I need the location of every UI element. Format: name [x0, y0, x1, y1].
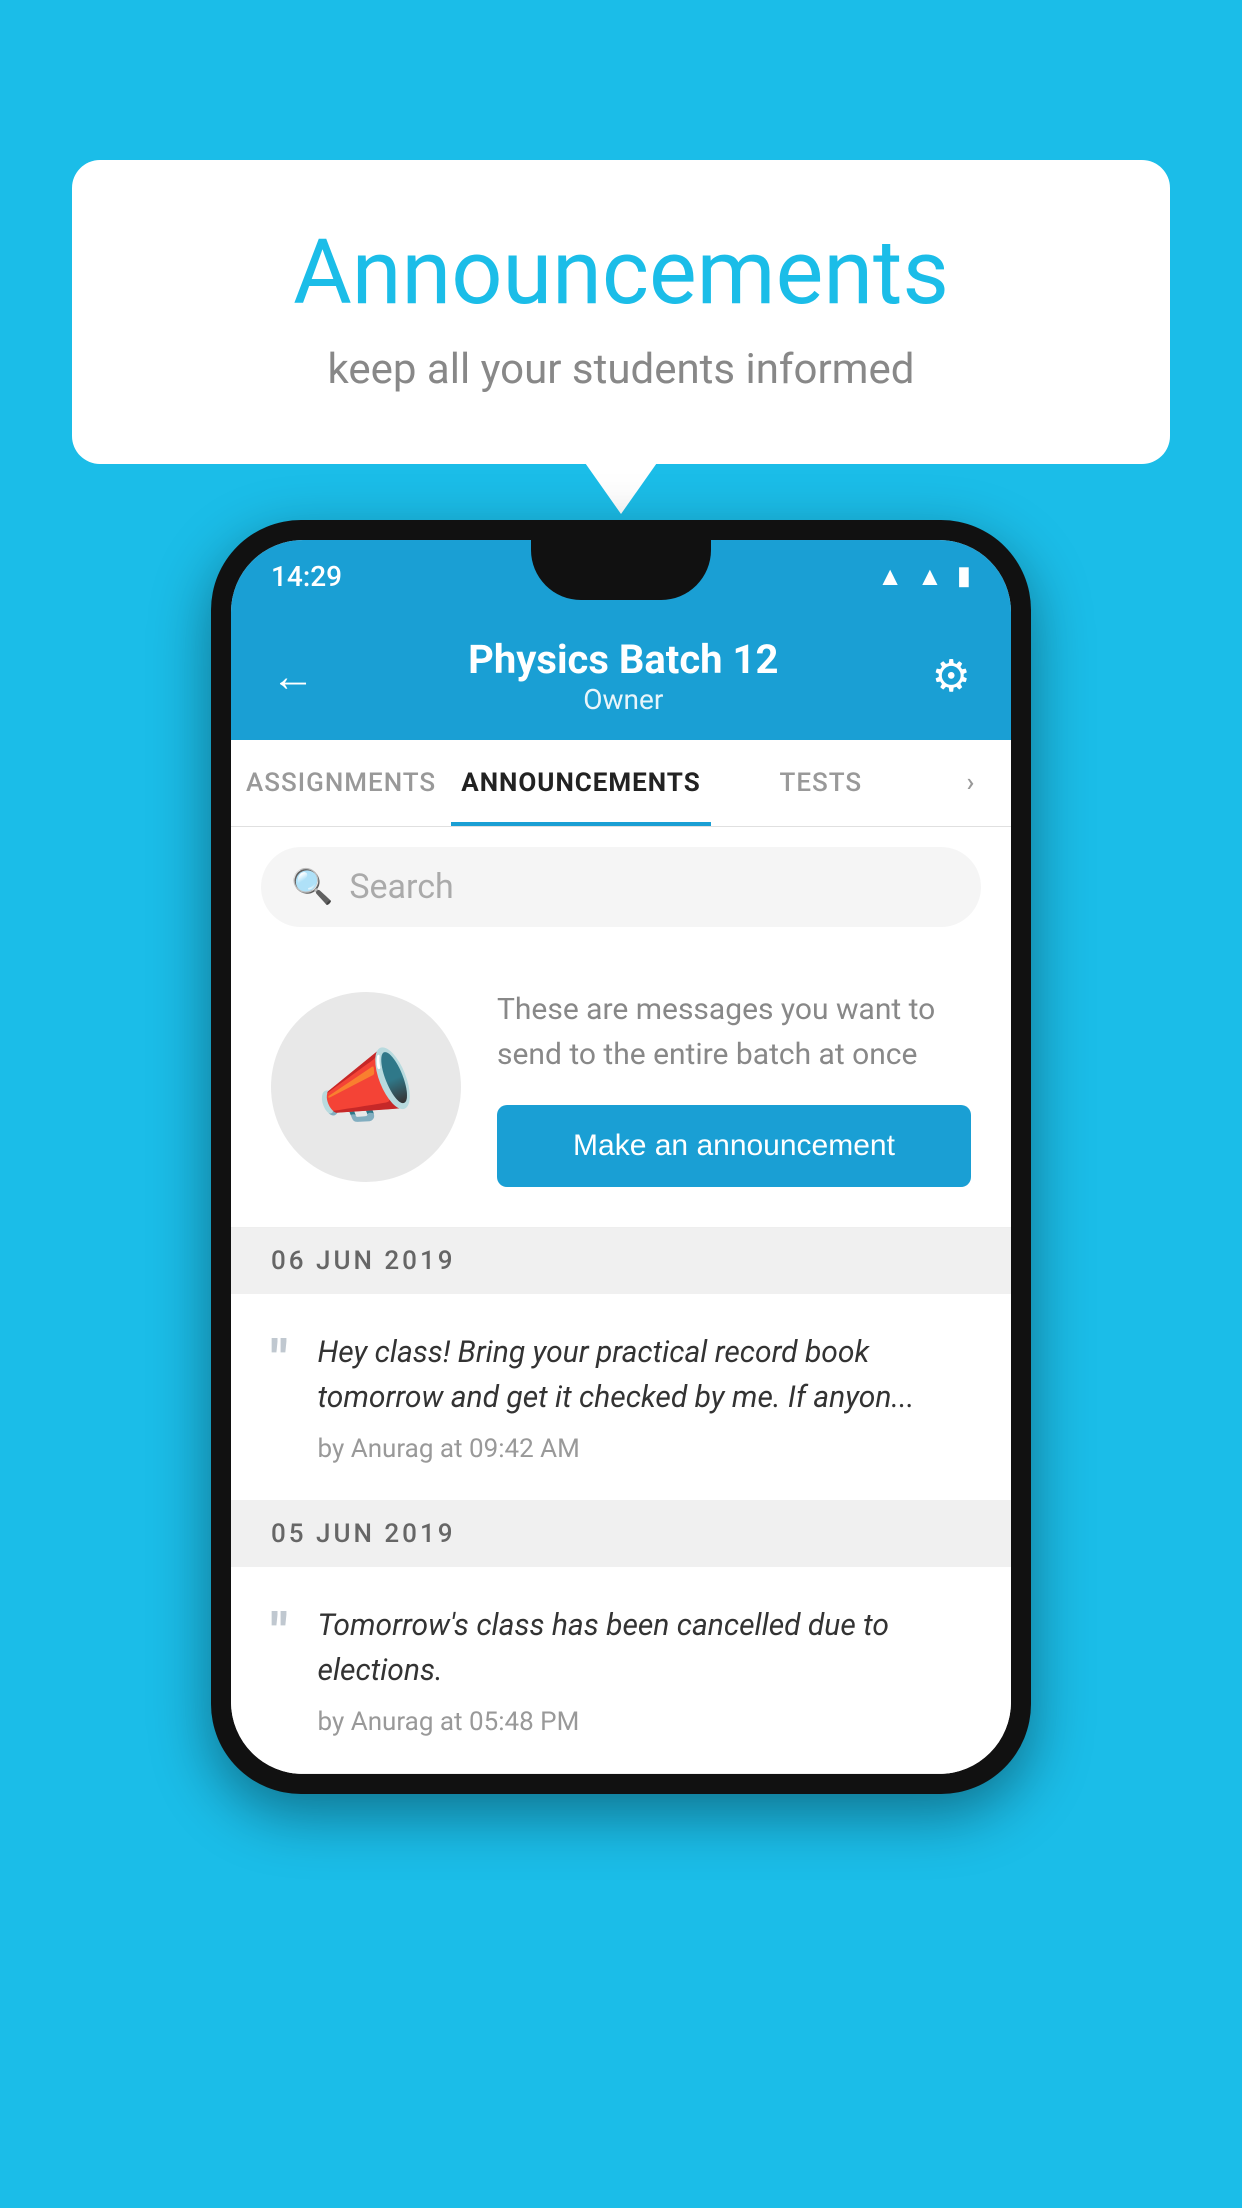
tab-tests[interactable]: TESTS [711, 740, 931, 826]
phone-screen: 14:29 ▲ ▲ ▮ ← Physics Batch 12 Owner ⚙ [231, 540, 1011, 1774]
phone-frame: 14:29 ▲ ▲ ▮ ← Physics Batch 12 Owner ⚙ [211, 520, 1031, 1794]
date-label-2: 05 JUN 2019 [271, 1519, 456, 1549]
date-separator-1: 06 JUN 2019 [231, 1228, 1011, 1294]
date-label-1: 06 JUN 2019 [271, 1246, 456, 1276]
header-subtitle: Owner [468, 683, 778, 716]
promo-block: 📣 These are messages you want to send to… [231, 947, 1011, 1228]
announcement-meta-1: by Anurag at 09:42 AM [318, 1434, 971, 1464]
quote-icon-2: " [271, 1607, 288, 1737]
announcement-item-2[interactable]: " Tomorrow's class has been cancelled du… [231, 1567, 1011, 1774]
announcement-text-1: Hey class! Bring your practical record b… [318, 1330, 971, 1420]
speech-bubble-card: Announcements keep all your students inf… [72, 160, 1170, 464]
search-icon: 🔍 [291, 867, 333, 907]
status-icons: ▲ ▲ ▮ [877, 561, 971, 592]
announcement-text-2: Tomorrow's class has been cancelled due … [318, 1603, 971, 1693]
phone-notch [531, 540, 711, 600]
announcement-item-1[interactable]: " Hey class! Bring your practical record… [231, 1294, 1011, 1501]
speech-bubble-subtitle: keep all your students informed [152, 345, 1090, 394]
status-bar: 14:29 ▲ ▲ ▮ [231, 540, 1011, 612]
tab-announcements[interactable]: ANNOUNCEMENTS [451, 740, 710, 826]
megaphone-icon: 📣 [316, 1040, 416, 1134]
phone-mockup: 14:29 ▲ ▲ ▮ ← Physics Batch 12 Owner ⚙ [211, 520, 1031, 1794]
tabs-bar: ASSIGNMENTS ANNOUNCEMENTS TESTS › [231, 740, 1011, 827]
search-container: 🔍 Search [231, 827, 1011, 947]
promo-right: These are messages you want to send to t… [497, 987, 971, 1187]
status-time: 14:29 [271, 560, 342, 593]
tab-more[interactable]: › [931, 740, 1011, 826]
promo-description: These are messages you want to send to t… [497, 987, 971, 1077]
make-announcement-button[interactable]: Make an announcement [497, 1105, 971, 1187]
back-button[interactable]: ← [271, 650, 315, 702]
settings-button[interactable]: ⚙ [932, 650, 971, 702]
announcement-meta-2: by Anurag at 05:48 PM [318, 1707, 971, 1737]
header-title: Physics Batch 12 [468, 636, 778, 683]
speech-bubble-title: Announcements [152, 220, 1090, 325]
search-bar[interactable]: 🔍 Search [261, 847, 981, 927]
announcement-content-2: Tomorrow's class has been cancelled due … [318, 1603, 971, 1737]
announcement-content-1: Hey class! Bring your practical record b… [318, 1330, 971, 1464]
app-header: ← Physics Batch 12 Owner ⚙ [231, 612, 1011, 740]
tab-assignments[interactable]: ASSIGNMENTS [231, 740, 451, 826]
speech-bubble-section: Announcements keep all your students inf… [72, 160, 1170, 464]
battery-icon: ▮ [957, 561, 971, 591]
wifi-icon: ▲ [877, 561, 903, 592]
signal-icon: ▲ [917, 561, 943, 592]
header-center: Physics Batch 12 Owner [468, 636, 778, 716]
date-separator-2: 05 JUN 2019 [231, 1501, 1011, 1567]
promo-avatar: 📣 [271, 992, 461, 1182]
search-placeholder: Search [349, 867, 453, 907]
quote-icon-1: " [271, 1334, 288, 1464]
